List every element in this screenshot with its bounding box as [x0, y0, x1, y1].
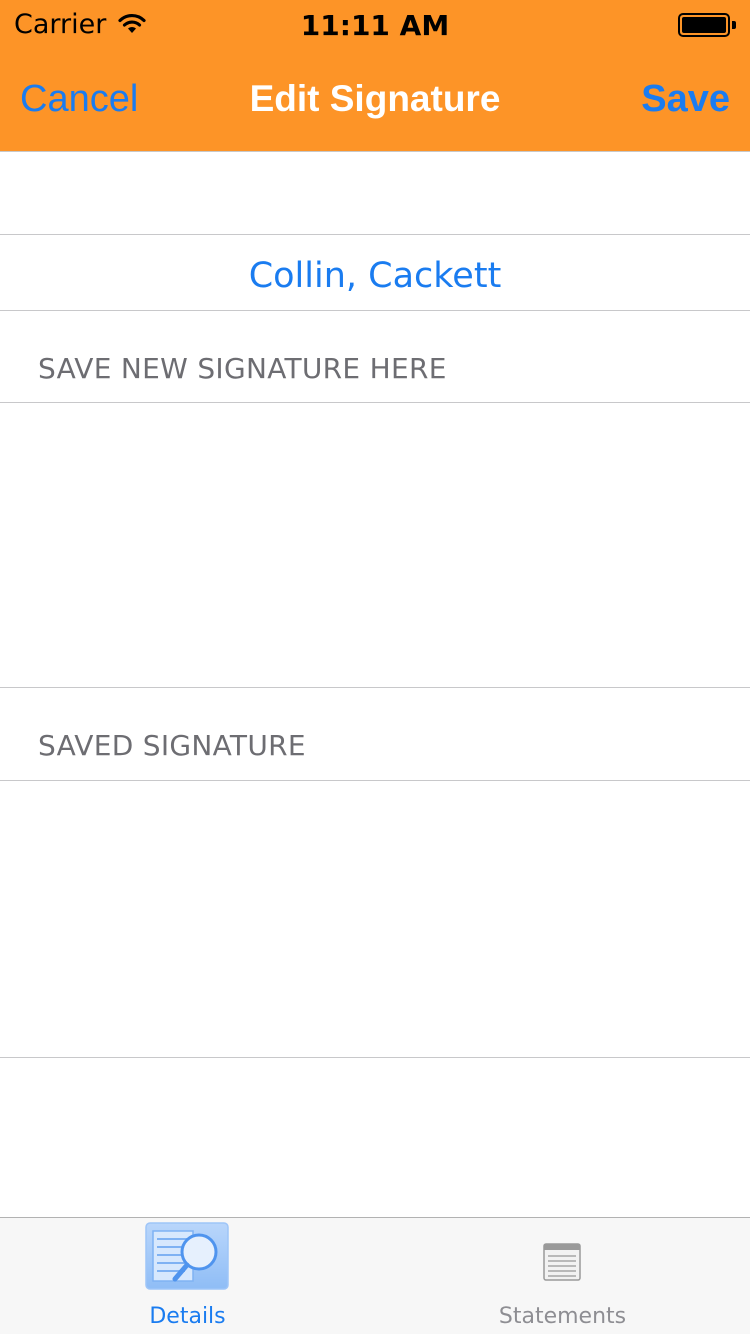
tab-bar: Details Statements	[0, 1217, 750, 1334]
tab-label-details: Details	[149, 1304, 226, 1329]
navigation-bar: Carrier 11:11 AM Cancel Edit Signature S…	[0, 0, 750, 152]
tab-details[interactable]: Details	[0, 1218, 375, 1334]
status-bar: Carrier 11:11 AM	[0, 0, 750, 50]
save-button[interactable]: Save	[641, 78, 730, 121]
page-title: Edit Signature	[249, 78, 501, 119]
details-magnifier-icon	[145, 1222, 229, 1290]
signature-pad[interactable]	[0, 403, 750, 687]
statements-list-icon	[543, 1243, 581, 1281]
signer-row: Collin, Cackett	[0, 235, 750, 310]
divider	[0, 1057, 750, 1058]
divider	[0, 687, 750, 688]
signer-name: Collin, Cackett	[248, 256, 502, 296]
tab-label-statements: Statements	[498, 1304, 627, 1329]
battery-icon	[678, 13, 736, 37]
tab-statements[interactable]: Statements	[375, 1218, 750, 1334]
saved-signature-image	[0, 781, 750, 1057]
status-time: 11:11 AM	[300, 9, 450, 42]
divider	[0, 310, 750, 311]
new-signature-header: SAVE NEW SIGNATURE HERE	[38, 352, 447, 385]
saved-signature-header: SAVED SIGNATURE	[38, 729, 306, 762]
